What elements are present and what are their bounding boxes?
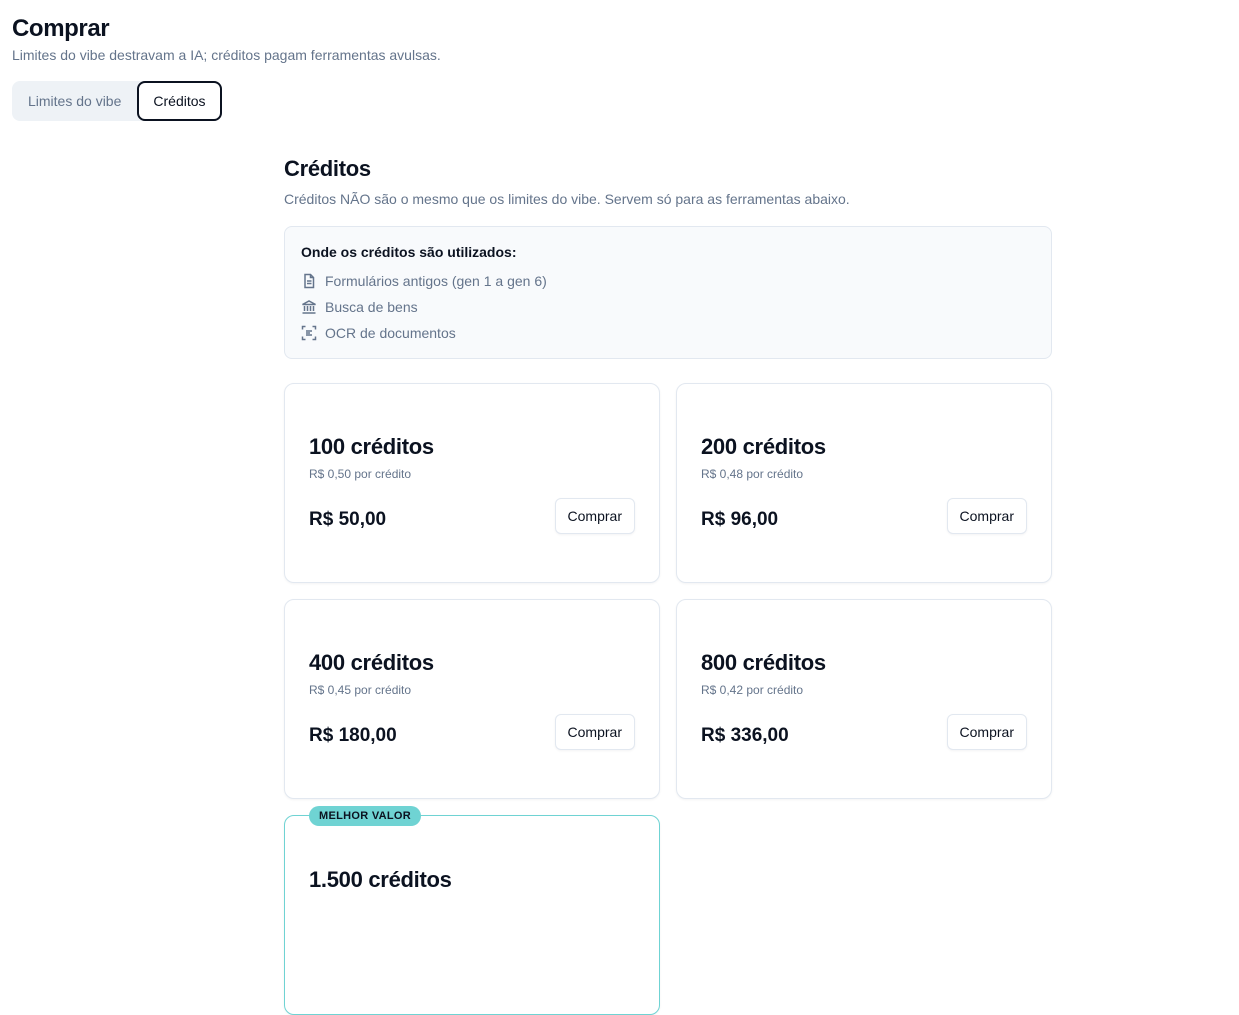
credit-package-card-featured: MELHOR VALOR 1.500 créditos (284, 806, 660, 1015)
section-description: Créditos NÃO são o mesmo que os limites … (284, 191, 850, 207)
tab-creditos[interactable]: Créditos (137, 81, 222, 121)
package-unit-price: R$ 0,45 por crédito (309, 683, 412, 697)
buy-button[interactable]: Comprar (946, 498, 1027, 534)
usage-item-label: Formulários antigos (gen 1 a gen 6) (325, 273, 547, 289)
usage-item: Busca de bens (301, 294, 1035, 320)
section-title: Créditos (284, 156, 371, 181)
package-price: R$ 96,00 (701, 509, 779, 530)
credit-package-card: 800 créditos R$ 0,42 por crédito R$ 336,… (676, 599, 1052, 799)
usage-item: Formulários antigos (gen 1 a gen 6) (301, 268, 1035, 294)
package-title: 400 créditos (309, 650, 434, 675)
package-price: R$ 180,00 (309, 725, 397, 746)
credits-section: Créditos Créditos NÃO são o mesmo que os… (284, 155, 1052, 1015)
package-unit-price: R$ 0,48 por crédito (701, 467, 804, 481)
buy-button[interactable]: Comprar (554, 498, 635, 534)
credits-usage-box: Onde os créditos são utilizados: Formulá… (284, 226, 1052, 359)
credit-package-card: 200 créditos R$ 0,48 por crédito R$ 96,0… (676, 383, 1052, 583)
package-title: 200 créditos (701, 434, 826, 459)
package-price: R$ 50,00 (309, 509, 387, 530)
package-unit-price: R$ 0,50 por crédito (309, 467, 412, 481)
usage-item: OCR de documentos (301, 320, 1035, 346)
usage-item-label: Busca de bens (325, 299, 418, 315)
bank-icon (301, 299, 317, 315)
best-value-badge: MELHOR VALOR (309, 806, 422, 826)
document-icon (301, 273, 317, 289)
tab-list: Limites do vibe Créditos (12, 81, 222, 121)
buy-button[interactable]: Comprar (554, 714, 635, 750)
usage-title: Onde os créditos são utilizados: (301, 244, 517, 260)
credit-package-card: 400 créditos R$ 0,45 por crédito R$ 180,… (284, 599, 660, 799)
scan-text-icon (301, 325, 317, 341)
credit-package-card: 100 créditos R$ 0,50 por crédito R$ 50,0… (284, 383, 660, 583)
usage-list: Formulários antigos (gen 1 a gen 6) Busc… (301, 268, 1035, 346)
usage-item-label: OCR de documentos (325, 325, 456, 341)
package-unit-price: R$ 0,42 por crédito (701, 683, 804, 697)
tab-limites-do-vibe[interactable]: Limites do vibe (12, 81, 137, 121)
buy-button[interactable]: Comprar (946, 714, 1027, 750)
credit-packages: 100 créditos R$ 0,50 por crédito R$ 50,0… (284, 383, 1052, 1015)
package-title: 800 créditos (701, 650, 826, 675)
page-title: Comprar (12, 15, 110, 42)
package-title: 100 créditos (309, 434, 434, 459)
package-title: 1.500 créditos (309, 867, 452, 892)
package-price: R$ 336,00 (701, 725, 789, 746)
page-subtitle: Limites do vibe destravam a IA; créditos… (12, 47, 441, 63)
page-header: Comprar Limites do vibe destravam a IA; … (12, 14, 441, 64)
